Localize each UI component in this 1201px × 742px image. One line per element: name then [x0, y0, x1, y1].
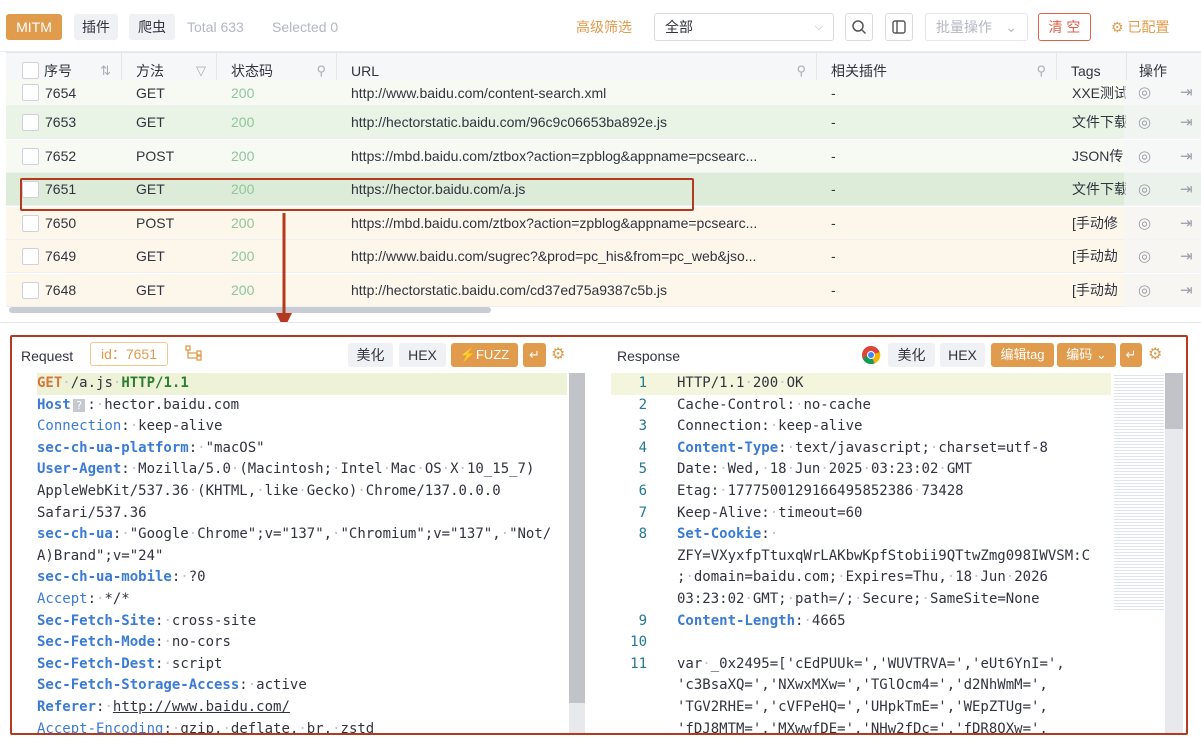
top-toolbar: MITM 插件 爬虫 Total 633 Selected 0 高级筛选 全部 ⌵… — [0, 0, 1201, 52]
chrome-icon[interactable]: ◎ — [1138, 207, 1151, 240]
row-status: 200 — [231, 147, 255, 164]
select-all-checkbox[interactable] — [22, 62, 39, 79]
selected-count: Selected 0 — [272, 19, 339, 35]
open-icon[interactable]: ⇥ — [1180, 80, 1193, 106]
open-icon[interactable]: ⇥ — [1180, 140, 1193, 173]
row-id: 7649 — [45, 248, 77, 264]
row-url: http://hectorstatic.baidu.com/96c9c06653… — [351, 114, 667, 130]
row-tags: JSON传 — [1072, 147, 1124, 164]
row-actions: ◎ ⇥ — [1124, 240, 1201, 273]
open-icon[interactable]: ⇥ — [1180, 106, 1193, 139]
row-actions: ◎ ⇥ — [1124, 273, 1201, 307]
row-url: http://hectorstatic.baidu.com/cd37ed75a9… — [351, 281, 667, 298]
search-button[interactable] — [845, 13, 873, 41]
row-tags: [手动劫 — [1072, 248, 1118, 264]
row-status: 200 — [231, 85, 255, 101]
row-method: POST — [136, 147, 175, 164]
row-tags: 文件下载 — [1072, 114, 1126, 130]
row-plugin: - — [831, 214, 836, 231]
filter-select[interactable]: 全部 ⌵ — [654, 13, 834, 41]
row-checkbox[interactable] — [22, 114, 39, 131]
row-actions: ◎ ⇥ — [1124, 173, 1201, 206]
row-plugin: - — [831, 181, 836, 197]
row-tags: [手动修 — [1072, 214, 1118, 231]
row-method: GET — [136, 85, 165, 101]
row-method: POST — [136, 214, 175, 231]
row-id: 7654 — [45, 85, 77, 101]
row-actions: ◎ ⇥ — [1124, 80, 1201, 106]
row-actions: ◎ ⇥ — [1124, 106, 1201, 139]
settings-gear-icon: ⚙ — [1111, 19, 1124, 35]
arrow-indicator — [276, 213, 292, 329]
open-icon[interactable]: ⇥ — [1180, 207, 1193, 240]
row-actions: ◎ ⇥ — [1124, 206, 1201, 240]
row-status: 200 — [231, 114, 255, 130]
horizontal-scrollbar[interactable] — [9, 307, 491, 313]
row-actions: ◎ ⇥ — [1124, 139, 1201, 173]
open-icon[interactable]: ⇥ — [1180, 274, 1193, 307]
row-url: http://www.baidu.com/content-search.xml — [351, 85, 607, 101]
row-checkbox[interactable] — [22, 281, 39, 299]
row-url: http://www.baidu.com/sugrec?&prod=pc_his… — [351, 248, 757, 264]
row-checkbox[interactable] — [22, 214, 39, 232]
row-checkbox[interactable] — [22, 84, 39, 101]
row-id: 7650 — [45, 214, 77, 231]
table-row[interactable]: 7654 GET 200 http://www.baidu.com/content-s… — [6, 80, 1201, 106]
total-count: Total 633 — [187, 19, 244, 35]
config-button[interactable]: ⚙ 已配置 — [1111, 13, 1169, 41]
row-method: GET — [136, 114, 165, 130]
table-row[interactable]: 7652 POST 200 https://mbd.baidu.com/ztbox?a… — [6, 139, 1201, 173]
table-row[interactable]: 7653 GET 200 http://hectorstatic.baidu.com/… — [6, 106, 1201, 139]
row-id: 7652 — [45, 147, 77, 164]
row-plugin: - — [831, 281, 836, 298]
row-id: 7648 — [45, 281, 77, 298]
row-method: GET — [136, 281, 165, 298]
table-row[interactable]: 7650 POST 200 https://mbd.baidu.com/ztbox?a… — [6, 206, 1201, 240]
chrome-icon[interactable]: ◎ — [1138, 274, 1151, 307]
crawler-tab[interactable]: 爬虫 — [129, 14, 175, 40]
chrome-icon[interactable]: ◎ — [1138, 173, 1151, 206]
table-row[interactable]: 7648 GET 200 http://hectorstatic.baidu.com/… — [6, 273, 1201, 307]
row-method: GET — [136, 248, 165, 264]
advanced-filter-link[interactable]: 高级筛选 — [576, 14, 632, 40]
filter-toggle-button[interactable] — [885, 13, 913, 41]
chrome-icon[interactable]: ◎ — [1138, 240, 1151, 273]
row-id: 7653 — [45, 114, 77, 130]
row-url: https://mbd.baidu.com/ztbox?action=zpblo… — [351, 214, 758, 231]
chrome-icon[interactable]: ◎ — [1138, 106, 1151, 139]
chevron-down-icon: ⌵ — [814, 21, 823, 33]
row-plugin: - — [831, 147, 836, 164]
row-tags: [手动劫 — [1072, 281, 1118, 298]
row-plugin: - — [831, 248, 836, 264]
panels-highlight-box — [10, 335, 1188, 735]
filter-toggle-icon — [892, 20, 906, 34]
chrome-icon[interactable]: ◎ — [1138, 80, 1151, 106]
row-checkbox[interactable] — [22, 147, 39, 165]
row-tags: 文件下载 — [1072, 181, 1126, 197]
batch-operation-select[interactable]: 批量操作 ⌄ — [925, 13, 1028, 41]
search-icon — [852, 20, 867, 35]
row-url: https://mbd.baidu.com/ztbox?action=zpblo… — [351, 147, 758, 164]
chrome-icon[interactable]: ◎ — [1138, 140, 1151, 173]
mitm-tab[interactable]: MITM — [6, 14, 62, 40]
open-icon[interactable]: ⇥ — [1180, 173, 1193, 206]
row-checkbox[interactable] — [22, 248, 39, 265]
highlight-box — [20, 178, 694, 211]
row-plugin: - — [831, 85, 836, 101]
clear-button[interactable]: 清 空 — [1038, 13, 1091, 41]
row-plugin: - — [831, 114, 836, 130]
table-row[interactable]: 7649 GET 200 http://www.baidu.com/sugrec?&p… — [6, 240, 1201, 273]
row-tags: XXE测试 — [1072, 85, 1126, 101]
open-icon[interactable]: ⇥ — [1180, 240, 1193, 273]
plugin-tab[interactable]: 插件 — [74, 14, 118, 40]
